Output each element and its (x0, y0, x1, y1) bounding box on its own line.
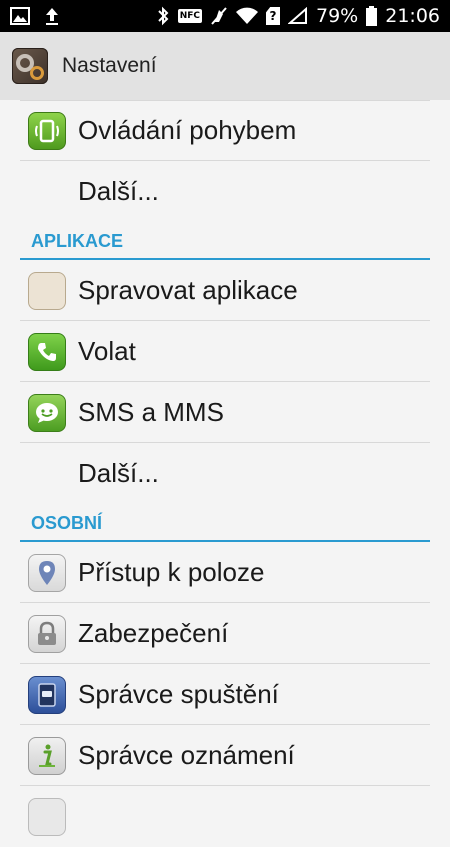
nfc-icon: NFC (177, 9, 202, 23)
vibrate-off-icon (210, 6, 228, 26)
list-item-label: Ovládání pohybem (78, 115, 297, 145)
list-item-label: Přístup k poloze (78, 557, 265, 587)
info-icon (28, 736, 66, 775)
startup-manager-icon (28, 675, 66, 714)
sms-icon (28, 393, 66, 432)
list-item-label: Další... (78, 458, 159, 488)
list-item-label: Zabezpečení (78, 618, 229, 648)
list-item-label: Správce oznámení (78, 740, 295, 770)
section-header-apps: APLIKACE (0, 222, 450, 260)
wifi-icon (236, 7, 258, 25)
lock-icon (28, 614, 66, 653)
list-item-notification-manager[interactable]: Správce oznámení (0, 725, 450, 786)
list-item-motion-control[interactable]: Ovládání pohybem (0, 100, 450, 161)
list-item-location[interactable]: Přístup k poloze (0, 542, 450, 603)
signal-icon (288, 7, 308, 25)
section-title: OSOBNÍ (31, 512, 103, 533)
section-header-personal: OSOBNÍ (0, 504, 450, 542)
sim-missing-icon: ? (266, 7, 280, 25)
apps-grid-icon (28, 271, 66, 310)
battery-percent: 79% (316, 5, 359, 27)
list-item-label: SMS a MMS (78, 397, 224, 427)
battery-icon (366, 6, 378, 26)
list-item-more-apps[interactable]: Další... (0, 443, 450, 504)
action-bar: Nastavení (0, 32, 450, 100)
partial-icon (28, 797, 66, 836)
phone-icon (28, 332, 66, 371)
list-item-label: Volat (78, 336, 136, 366)
list-item-label: Spravovat aplikace (78, 275, 298, 305)
bluetooth-icon (156, 6, 170, 26)
list-item-label: Další... (78, 176, 159, 206)
clock: 21:06 (385, 5, 440, 27)
list-item-security[interactable]: Zabezpečení (0, 603, 450, 664)
upload-notification-icon (44, 6, 60, 26)
settings-list: Ovládání pohybem Další... APLIKACE Sprav… (0, 100, 450, 847)
list-item-call[interactable]: Volat (0, 321, 450, 382)
settings-gears-icon[interactable] (12, 48, 48, 84)
list-item-sms-mms[interactable]: SMS a MMS (0, 382, 450, 443)
status-bar: NFC ? 79% 21:06 (0, 0, 450, 32)
location-pin-icon (28, 553, 66, 592)
gallery-notification-icon (10, 7, 30, 25)
list-item-partial[interactable] (0, 786, 450, 847)
motion-control-icon (28, 111, 66, 150)
list-item-manage-apps[interactable]: Spravovat aplikace (0, 260, 450, 321)
list-item-startup-manager[interactable]: Správce spuštění (0, 664, 450, 725)
list-item-more-wireless[interactable]: Další... (0, 161, 450, 222)
section-title: APLIKACE (31, 230, 124, 251)
list-item-label: Správce spuštění (78, 679, 279, 709)
page-title: Nastavení (62, 54, 157, 77)
